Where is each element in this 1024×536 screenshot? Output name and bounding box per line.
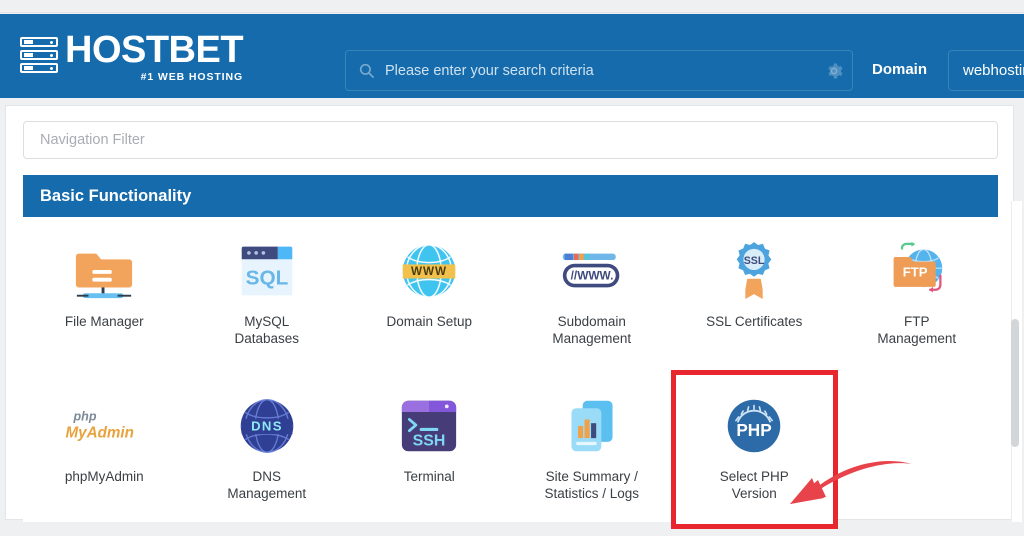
svg-text:SSH: SSH: [413, 433, 446, 450]
tile-subdomain-management[interactable]: //WWW. Subdomain Management: [510, 217, 673, 372]
domain-selector[interactable]: webhostin: [948, 50, 1024, 91]
site-header: HOSTBET #1 WEB HOSTING Domain webhostin: [0, 14, 1024, 98]
tile-dns-management[interactable]: DNS DNS Management: [185, 372, 348, 527]
content-area: Basic Functionality File Manager SQL MyS…: [0, 98, 1024, 536]
svg-text:PHP: PHP: [737, 420, 772, 440]
server-rack-icon: [20, 36, 58, 76]
navigation-filter-input[interactable]: [40, 132, 997, 148]
section-header-basic-functionality: Basic Functionality: [23, 175, 998, 217]
svg-text:MyAdmin: MyAdmin: [66, 425, 134, 442]
domain-setup-icon: WWW: [399, 225, 459, 317]
subdomain-icon: //WWW.: [561, 225, 623, 317]
ssl-certificate-icon: SSL: [727, 225, 781, 317]
brand-name: HOSTBET: [65, 28, 244, 71]
svg-text:FTP: FTP: [903, 265, 928, 280]
top-strip: [0, 0, 1024, 13]
file-manager-icon: [73, 225, 135, 317]
svg-text:SQL: SQL: [245, 267, 288, 290]
tile-select-php-version[interactable]: PHP Select PHP Version: [671, 370, 838, 529]
terminal-ssh-icon: SSH: [400, 380, 458, 472]
svg-text:DNS: DNS: [251, 419, 283, 434]
search-box[interactable]: [345, 50, 853, 91]
search-input[interactable]: [385, 62, 852, 79]
svg-text:php: php: [73, 410, 97, 424]
tile-file-manager[interactable]: File Manager: [23, 217, 186, 372]
brand-logo[interactable]: HOSTBET #1 WEB HOSTING: [20, 30, 320, 83]
navigation-filter[interactable]: [23, 121, 998, 159]
functionality-tile-grid: File Manager SQL MySQL Databases WWW Dom…: [23, 217, 998, 529]
tile-label: phpMyAdmin: [64, 469, 144, 484]
tile-site-summary-statistics-logs[interactable]: Site Summary / Statistics / Logs: [510, 372, 673, 527]
svg-text:WWW: WWW: [411, 265, 447, 278]
tile-ssl-certificates[interactable]: SSL SSL Certificates: [673, 217, 836, 372]
phpmyadmin-icon: php MyAdmin: [61, 380, 147, 472]
gear-icon: [828, 63, 843, 78]
tile-label: Domain Setup: [386, 314, 473, 329]
tile-label: Site Summary / Statistics / Logs: [544, 469, 640, 501]
search-icon: [359, 63, 374, 78]
dns-management-icon: DNS: [238, 380, 296, 472]
tile-terminal[interactable]: SSH Terminal: [348, 372, 511, 527]
tile-label: SSL Certificates: [706, 314, 803, 329]
brand-tagline: #1 WEB HOSTING: [140, 70, 244, 83]
tile-label: FTP Management: [877, 314, 957, 346]
scrollbar-thumb[interactable]: [1011, 319, 1019, 447]
control-panel-page: HOSTBET #1 WEB HOSTING Domain webhostin: [0, 0, 1024, 536]
tile-label: DNS Management: [227, 469, 307, 501]
domain-label: Domain: [872, 61, 928, 78]
svg-text:SSL: SSL: [744, 255, 765, 267]
tile-phpmyadmin[interactable]: php MyAdmin phpMyAdmin: [23, 372, 186, 527]
tile-label: Subdomain Management: [552, 314, 632, 346]
svg-text://WWW.: //WWW.: [570, 269, 613, 283]
bottom-strip: [0, 522, 1024, 536]
tile-label: Terminal: [403, 469, 455, 484]
php-version-icon: PHP: [725, 380, 783, 472]
basic-functionality-panel: Basic Functionality File Manager SQL MyS…: [5, 105, 1014, 529]
ftp-management-icon: FTP: [886, 225, 948, 317]
tile-label: MySQL Databases: [234, 314, 300, 346]
scrollbar-track[interactable]: [1011, 201, 1022, 536]
mysql-databases-icon: SQL: [238, 225, 296, 317]
domain-selector-value: webhostin: [963, 62, 1024, 79]
settings-button[interactable]: [815, 50, 853, 91]
tile-label: Select PHP Version: [719, 469, 789, 501]
section-title: Basic Functionality: [40, 186, 192, 205]
tile-domain-setup[interactable]: WWW Domain Setup: [348, 217, 511, 372]
tile-mysql-databases[interactable]: SQL MySQL Databases: [185, 217, 348, 372]
site-summary-icon: [564, 380, 620, 472]
tile-label: File Manager: [64, 314, 144, 329]
tile-ftp-management[interactable]: FTP FTP Management: [835, 217, 998, 372]
